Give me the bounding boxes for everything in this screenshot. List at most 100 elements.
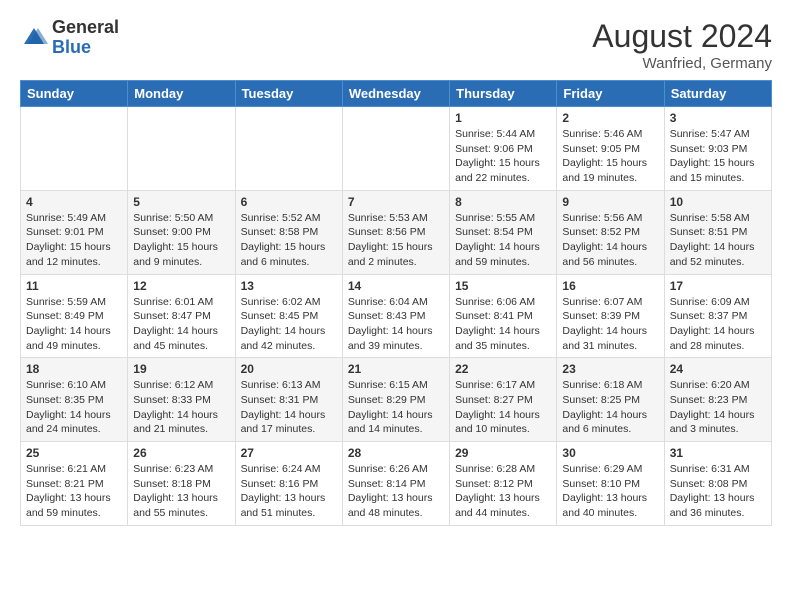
calendar-cell xyxy=(21,107,128,191)
day-info: Sunrise: 6:26 AM Sunset: 8:14 PM Dayligh… xyxy=(348,462,444,521)
logo-general-text: General xyxy=(52,18,119,38)
day-number: 16 xyxy=(562,279,658,293)
day-number: 26 xyxy=(133,446,229,460)
day-number: 5 xyxy=(133,195,229,209)
day-info: Sunrise: 5:46 AM Sunset: 9:05 PM Dayligh… xyxy=(562,127,658,186)
day-number: 15 xyxy=(455,279,551,293)
calendar-cell: 26 Sunrise: 6:23 AM Sunset: 8:18 PM Dayli… xyxy=(128,442,235,526)
calendar-week-4: 18Sunrise: 6:10 AM Sunset: 8:35 PM Dayli… xyxy=(21,358,772,442)
day-info: Sunrise: 5:59 AM Sunset: 8:49 PM Dayligh… xyxy=(26,295,122,354)
calendar-cell: 28 Sunrise: 6:26 AM Sunset: 8:14 PM Dayli… xyxy=(342,442,449,526)
day-info: Sunrise: 6:23 AM Sunset: 8:18 PM Dayligh… xyxy=(133,462,229,521)
day-number: 17 xyxy=(670,279,766,293)
calendar-cell: 5 Sunrise: 5:50 AM Sunset: 9:00 PM Daylig… xyxy=(128,190,235,274)
day-number: 24 xyxy=(670,362,766,376)
calendar-cell: 17 Sunrise: 6:09 AM Sunset: 8:37 PM Dayli… xyxy=(664,274,771,358)
calendar-cell: 19 Sunrise: 6:12 AM Sunset: 8:33 PM Dayli… xyxy=(128,358,235,442)
calendar-cell: 7Sunrise: 5:53 AM Sunset: 8:56 PM Daylig… xyxy=(342,190,449,274)
calendar-cell: 8Sunrise: 5:55 AM Sunset: 8:54 PM Daylig… xyxy=(450,190,557,274)
calendar-cell: 21Sunrise: 6:15 AM Sunset: 8:29 PM Dayli… xyxy=(342,358,449,442)
day-number: 30 xyxy=(562,446,658,460)
calendar-cell: 14 Sunrise: 6:04 AM Sunset: 8:43 PM Dayli… xyxy=(342,274,449,358)
day-info: Sunrise: 5:49 AM Sunset: 9:01 PM Dayligh… xyxy=(26,211,122,270)
calendar-cell: 16 Sunrise: 6:07 AM Sunset: 8:39 PM Dayli… xyxy=(557,274,664,358)
calendar-header: SundayMondayTuesdayWednesdayThursdayFrid… xyxy=(21,81,772,107)
calendar-table: SundayMondayTuesdayWednesdayThursdayFrid… xyxy=(20,80,772,526)
day-number: 3 xyxy=(670,111,766,125)
calendar-cell: 9 Sunrise: 5:56 AM Sunset: 8:52 PM Daylig… xyxy=(557,190,664,274)
day-number: 9 xyxy=(562,195,658,209)
day-info: Sunrise: 5:47 AM Sunset: 9:03 PM Dayligh… xyxy=(670,127,766,186)
calendar-cell: 25 Sunrise: 6:21 AM Sunset: 8:21 PM Dayli… xyxy=(21,442,128,526)
day-info: Sunrise: 5:50 AM Sunset: 9:00 PM Dayligh… xyxy=(133,211,229,270)
day-info: Sunrise: 5:56 AM Sunset: 8:52 PM Dayligh… xyxy=(562,211,658,270)
day-info: Sunrise: 6:09 AM Sunset: 8:37 PM Dayligh… xyxy=(670,295,766,354)
day-number: 23 xyxy=(562,362,658,376)
calendar-cell: 22Sunrise: 6:17 AM Sunset: 8:27 PM Dayli… xyxy=(450,358,557,442)
day-number: 20 xyxy=(241,362,337,376)
calendar-cell: 2 Sunrise: 5:46 AM Sunset: 9:05 PM Daylig… xyxy=(557,107,664,191)
day-header-sunday: Sunday xyxy=(21,81,128,107)
day-info: Sunrise: 6:01 AM Sunset: 8:47 PM Dayligh… xyxy=(133,295,229,354)
day-header-friday: Friday xyxy=(557,81,664,107)
day-header-saturday: Saturday xyxy=(664,81,771,107)
calendar-week-3: 11 Sunrise: 5:59 AM Sunset: 8:49 PM Dayli… xyxy=(21,274,772,358)
day-info: Sunrise: 6:02 AM Sunset: 8:45 PM Dayligh… xyxy=(241,295,337,354)
day-number: 25 xyxy=(26,446,122,460)
calendar-cell: 15 Sunrise: 6:06 AM Sunset: 8:41 PM Dayli… xyxy=(450,274,557,358)
calendar-week-1: 1Sunrise: 5:44 AM Sunset: 9:06 PM Daylig… xyxy=(21,107,772,191)
calendar-cell xyxy=(235,107,342,191)
day-info: Sunrise: 6:31 AM Sunset: 8:08 PM Dayligh… xyxy=(670,462,766,521)
day-number: 13 xyxy=(241,279,337,293)
day-number: 31 xyxy=(670,446,766,460)
day-info: Sunrise: 6:24 AM Sunset: 8:16 PM Dayligh… xyxy=(241,462,337,521)
calendar-cell xyxy=(128,107,235,191)
calendar-cell xyxy=(342,107,449,191)
day-number: 2 xyxy=(562,111,658,125)
day-info: Sunrise: 6:07 AM Sunset: 8:39 PM Dayligh… xyxy=(562,295,658,354)
calendar-cell: 3 Sunrise: 5:47 AM Sunset: 9:03 PM Daylig… xyxy=(664,107,771,191)
location-subtitle: Wanfried, Germany xyxy=(592,55,772,72)
calendar-cell: 24 Sunrise: 6:20 AM Sunset: 8:23 PM Dayli… xyxy=(664,358,771,442)
calendar-cell: 4 Sunrise: 5:49 AM Sunset: 9:01 PM Daylig… xyxy=(21,190,128,274)
day-info: Sunrise: 6:13 AM Sunset: 8:31 PM Dayligh… xyxy=(241,378,337,437)
day-number: 4 xyxy=(26,195,122,209)
day-info: Sunrise: 6:20 AM Sunset: 8:23 PM Dayligh… xyxy=(670,378,766,437)
logo: General Blue xyxy=(20,18,119,58)
day-header-wednesday: Wednesday xyxy=(342,81,449,107)
calendar-wrapper: SundayMondayTuesdayWednesdayThursdayFrid… xyxy=(0,80,792,536)
day-info: Sunrise: 6:18 AM Sunset: 8:25 PM Dayligh… xyxy=(562,378,658,437)
day-info: Sunrise: 6:12 AM Sunset: 8:33 PM Dayligh… xyxy=(133,378,229,437)
logo-icon xyxy=(20,24,48,52)
day-number: 14 xyxy=(348,279,444,293)
day-number: 29 xyxy=(455,446,551,460)
header-row: SundayMondayTuesdayWednesdayThursdayFrid… xyxy=(21,81,772,107)
day-header-tuesday: Tuesday xyxy=(235,81,342,107)
calendar-cell: 18Sunrise: 6:10 AM Sunset: 8:35 PM Dayli… xyxy=(21,358,128,442)
day-number: 11 xyxy=(26,279,122,293)
calendar-cell: 20 Sunrise: 6:13 AM Sunset: 8:31 PM Dayli… xyxy=(235,358,342,442)
calendar-cell: 31 Sunrise: 6:31 AM Sunset: 8:08 PM Dayli… xyxy=(664,442,771,526)
day-info: Sunrise: 6:29 AM Sunset: 8:10 PM Dayligh… xyxy=(562,462,658,521)
day-header-thursday: Thursday xyxy=(450,81,557,107)
day-number: 12 xyxy=(133,279,229,293)
calendar-cell: 1Sunrise: 5:44 AM Sunset: 9:06 PM Daylig… xyxy=(450,107,557,191)
day-header-monday: Monday xyxy=(128,81,235,107)
month-year-title: August 2024 xyxy=(592,18,772,55)
calendar-cell: 23 Sunrise: 6:18 AM Sunset: 8:25 PM Dayli… xyxy=(557,358,664,442)
day-number: 28 xyxy=(348,446,444,460)
page-header: General Blue August 2024 Wanfried, Germa… xyxy=(0,0,792,80)
calendar-cell: 10Sunrise: 5:58 AM Sunset: 8:51 PM Dayli… xyxy=(664,190,771,274)
calendar-cell: 30 Sunrise: 6:29 AM Sunset: 8:10 PM Dayli… xyxy=(557,442,664,526)
day-info: Sunrise: 6:06 AM Sunset: 8:41 PM Dayligh… xyxy=(455,295,551,354)
day-number: 27 xyxy=(241,446,337,460)
day-info: Sunrise: 6:17 AM Sunset: 8:27 PM Dayligh… xyxy=(455,378,551,437)
day-info: Sunrise: 6:21 AM Sunset: 8:21 PM Dayligh… xyxy=(26,462,122,521)
day-number: 19 xyxy=(133,362,229,376)
calendar-week-5: 25 Sunrise: 6:21 AM Sunset: 8:21 PM Dayli… xyxy=(21,442,772,526)
day-info: Sunrise: 6:04 AM Sunset: 8:43 PM Dayligh… xyxy=(348,295,444,354)
day-info: Sunrise: 6:28 AM Sunset: 8:12 PM Dayligh… xyxy=(455,462,551,521)
day-number: 21 xyxy=(348,362,444,376)
day-number: 10 xyxy=(670,195,766,209)
calendar-body: 1Sunrise: 5:44 AM Sunset: 9:06 PM Daylig… xyxy=(21,107,772,526)
